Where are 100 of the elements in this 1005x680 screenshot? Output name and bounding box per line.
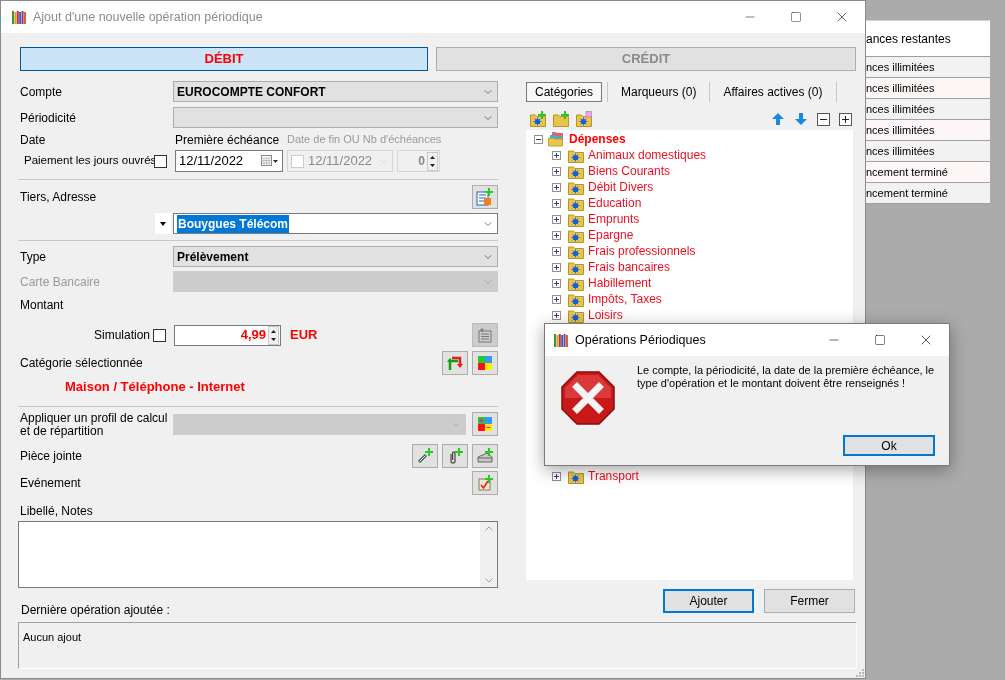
edit-category-button[interactable] xyxy=(576,111,592,127)
expand-icon[interactable] xyxy=(552,198,561,208)
spinner-icon[interactable] xyxy=(268,325,279,345)
folder-icon xyxy=(568,307,584,323)
add-link-button[interactable] xyxy=(412,444,438,468)
tab[interactable]: Catégories xyxy=(526,81,603,102)
field-label: Tiers, Adresse xyxy=(20,189,97,206)
arrow-up-icon[interactable] xyxy=(772,113,784,125)
color-grid-icon xyxy=(478,356,492,370)
tree-item[interactable]: Loisirs xyxy=(588,306,623,324)
expand-icon[interactable] xyxy=(552,166,561,176)
collapse-icon[interactable] xyxy=(534,134,543,144)
add-contact-button[interactable] xyxy=(472,185,498,209)
expand-icon[interactable] xyxy=(552,230,561,240)
maximize-icon[interactable] xyxy=(790,11,802,23)
list-icon xyxy=(477,327,493,343)
expand-icon[interactable] xyxy=(552,214,561,224)
business-days-checkbox[interactable] xyxy=(154,154,167,168)
tree-item[interactable]: Biens Courants xyxy=(588,162,671,180)
folder-icon xyxy=(568,147,584,163)
field-label: Evénement xyxy=(20,475,82,492)
table-cell-text: nces illimitées xyxy=(866,80,935,96)
field-label: Première échéance xyxy=(175,131,281,149)
expand-icon[interactable] xyxy=(552,471,561,481)
profile-button[interactable] xyxy=(472,412,498,436)
count-field[interactable]: 0 xyxy=(397,150,440,172)
expand-icon[interactable] xyxy=(552,182,561,192)
simulation-checkbox[interactable] xyxy=(153,328,166,342)
scan-button[interactable] xyxy=(472,444,498,468)
add-subcategory-button[interactable] xyxy=(553,111,569,127)
add-category-button[interactable] xyxy=(530,111,546,127)
dropdown-toggle[interactable] xyxy=(155,213,171,234)
paperclip-plus-icon xyxy=(447,448,463,464)
app-icon xyxy=(553,332,569,348)
close-form-button[interactable]: Fermer xyxy=(764,589,855,613)
swap-category-button[interactable] xyxy=(442,351,468,375)
tree-item[interactable]: Transport xyxy=(588,467,639,485)
type-select[interactable]: Prélèvement xyxy=(173,246,498,267)
dialog-title: Opérations Périodiques xyxy=(575,331,707,349)
collapse-all-icon[interactable] xyxy=(817,112,830,126)
tree-item[interactable]: Animaux domestiques xyxy=(588,146,707,164)
payee-select[interactable]: Bouygues Télécom xyxy=(173,213,498,234)
notes-field[interactable] xyxy=(18,521,498,588)
table-cell-text: nces illimitées xyxy=(866,101,935,117)
window-title: Ajout d'une nouvelle opération périodique xyxy=(33,8,264,26)
tree-item[interactable]: Habillement xyxy=(588,274,652,292)
currency-label: EUR xyxy=(290,326,319,345)
tree-item[interactable]: Impôts, Taxes xyxy=(588,290,662,308)
table-cell-text: ncement terminé xyxy=(866,164,948,180)
debit-button[interactable]: DÉBIT xyxy=(20,47,428,71)
table-cell-text: ncement terminé xyxy=(866,185,948,201)
expand-icon[interactable] xyxy=(552,150,561,160)
expand-icon[interactable] xyxy=(552,246,561,256)
spinner-icon[interactable] xyxy=(427,151,438,171)
folder-icon xyxy=(568,468,584,484)
field-label: Date xyxy=(20,131,47,149)
folder-icon xyxy=(568,179,584,195)
error-icon xyxy=(560,370,616,426)
folder-plus-icon xyxy=(553,111,569,127)
end-date-checkbox[interactable] xyxy=(291,154,304,168)
folders-icon xyxy=(548,131,564,147)
folder-plus-icon xyxy=(530,111,546,127)
color-grid-button[interactable] xyxy=(472,351,498,375)
field-label: Libellé, Notes xyxy=(20,503,93,520)
expand-icon[interactable] xyxy=(552,278,561,288)
tab[interactable]: Marqueurs (0) xyxy=(613,81,705,102)
tree-item[interactable]: Emprunts xyxy=(588,210,640,228)
tab[interactable]: Affaires actives (0) xyxy=(715,81,831,102)
first-due-date-field[interactable]: 12/11/2022 xyxy=(175,150,283,172)
arrow-down-icon[interactable] xyxy=(795,113,807,125)
end-date-field[interactable]: 12/11/2022 xyxy=(287,150,393,172)
table-cell-text: nces illimitées xyxy=(866,122,935,138)
tree-item[interactable]: Education xyxy=(588,194,642,212)
expand-all-icon[interactable] xyxy=(839,112,852,126)
amount-field[interactable]: 4,99 xyxy=(174,324,281,346)
add-event-button[interactable] xyxy=(472,471,498,495)
expand-icon[interactable] xyxy=(552,262,561,272)
folder-icon xyxy=(568,163,584,179)
tree-item[interactable]: Epargne xyxy=(588,226,634,244)
field-label: Compte xyxy=(20,83,64,101)
tree-item[interactable]: Dépenses xyxy=(569,130,626,148)
resize-grip-icon[interactable] xyxy=(856,669,864,677)
expand-icon[interactable] xyxy=(552,294,561,304)
expand-icon[interactable] xyxy=(552,310,561,320)
maximize-icon[interactable] xyxy=(874,334,886,346)
add-button[interactable]: Ajouter xyxy=(663,589,754,613)
tree-item[interactable]: Frais professionnels xyxy=(588,242,696,260)
tree-item[interactable]: Débit Divers xyxy=(588,178,654,196)
field-label: Pièce jointe xyxy=(20,448,84,465)
folder-icon xyxy=(568,259,584,275)
field-label: Catégorie sélectionnée xyxy=(20,355,144,372)
calendar-icon[interactable] xyxy=(261,155,279,167)
ok-button[interactable]: Ok xyxy=(843,435,935,456)
attach-file-button[interactable] xyxy=(442,444,468,468)
selected-category: Maison / Téléphone - Internet xyxy=(65,378,245,397)
tree-item[interactable]: Frais bancaires xyxy=(588,258,671,276)
credit-button[interactable]: CRÉDIT xyxy=(436,47,856,71)
field-label: Appliquer un profil de calcul et de répartition xyxy=(20,412,169,438)
calendar-check-plus-icon xyxy=(477,475,493,491)
account-select[interactable]: EUROCOMPTE CONFORT xyxy=(173,81,498,102)
